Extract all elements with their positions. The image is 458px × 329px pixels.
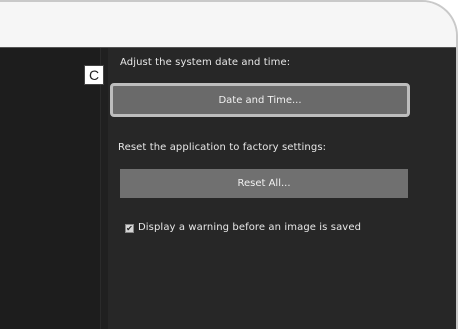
date-section-label: Adjust the system date and time: <box>120 57 291 68</box>
settings-panel: Adjust the system date and time: Date an… <box>108 48 456 329</box>
reset-all-button-label: Reset All... <box>237 178 291 189</box>
warning-checkbox-label[interactable]: Display a warning before an image is sav… <box>138 222 361 233</box>
warning-checkbox[interactable]: ✔ <box>125 224 134 233</box>
left-navigation-strip <box>0 48 101 329</box>
settings-screen: Adjust the system date and time: Date an… <box>0 47 456 329</box>
device-frame: Adjust the system date and time: Date an… <box>0 0 458 329</box>
device-top-bezel <box>0 2 456 47</box>
reset-all-button[interactable]: Reset All... <box>120 169 408 198</box>
date-and-time-button[interactable]: Date and Time... <box>110 83 410 117</box>
date-and-time-button-label: Date and Time... <box>218 94 302 106</box>
reset-section-label: Reset the application to factory setting… <box>118 142 327 153</box>
checkmark-icon: ✔ <box>126 223 133 233</box>
callout-label-c: C <box>84 65 104 85</box>
